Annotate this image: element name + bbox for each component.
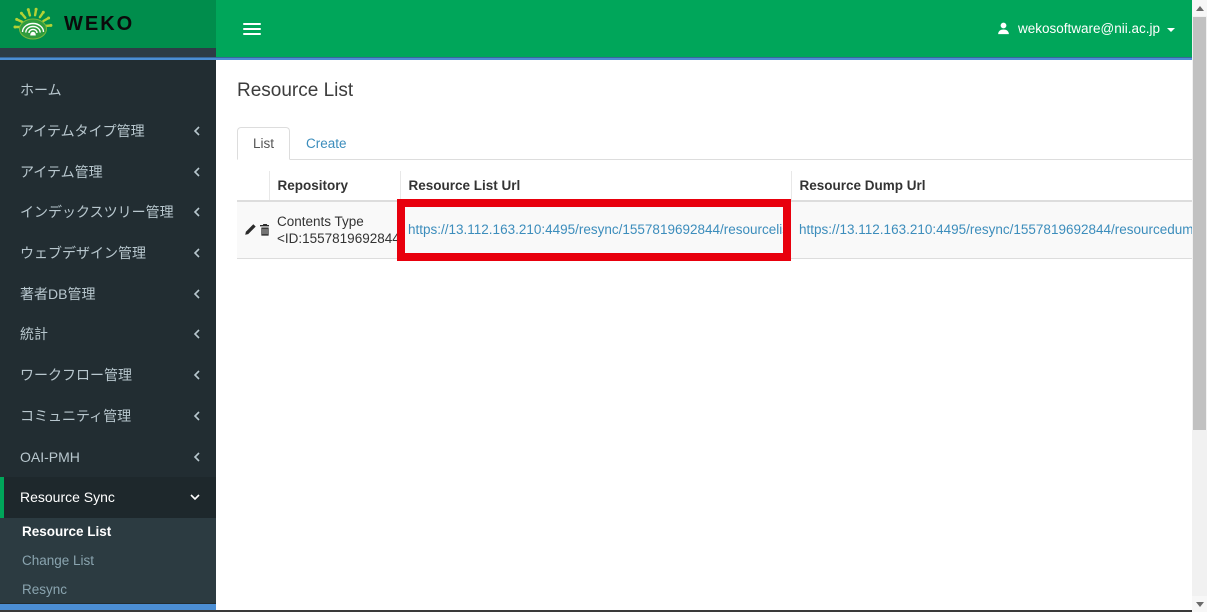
resource-list-url-link[interactable]: https://13.112.163.210:4495/resync/15578… (408, 222, 791, 237)
sidebar-item-statistics[interactable]: 統計 (0, 314, 216, 355)
delete-trash-icon[interactable] (258, 223, 269, 237)
sidebar-toggle-icon[interactable] (243, 20, 261, 38)
main-content: Resource List List Create Repository Res… (216, 60, 1207, 612)
sidebar-item-oai-pmh[interactable]: OAI-PMH (0, 436, 216, 477)
triangle-up-icon (1195, 5, 1204, 11)
resource-list-table: Repository Resource List Url Resource Du… (237, 171, 1207, 259)
page-title: Resource List (237, 80, 354, 101)
chevron-left-icon (193, 410, 201, 422)
submenu-item-resource-list[interactable]: Resource List (0, 518, 216, 547)
col-header-actions (237, 171, 269, 202)
chevron-left-icon (193, 206, 201, 218)
sidebar-item-itemtype-admin[interactable]: アイテムタイプ管理 (0, 111, 216, 152)
caret-down-icon (1167, 27, 1175, 32)
sidebar-item-home[interactable]: ホーム (0, 70, 216, 111)
weko-sun-logo-icon (13, 7, 53, 40)
sidebar-item-item-admin[interactable]: アイテム管理 (0, 151, 216, 192)
chevron-left-icon (193, 125, 201, 137)
top-navbar: wekosoftware@nii.ac.jp (216, 0, 1207, 57)
chevron-left-icon (193, 328, 201, 340)
chevron-left-icon (193, 451, 201, 463)
repository-cell: Contents Type <ID:1557819692844> (269, 201, 400, 259)
sidebar-item-resource-sync[interactable]: Resource Sync (0, 476, 216, 518)
actions-cell (237, 201, 269, 259)
submenu-item-resync[interactable]: Resync (0, 575, 216, 604)
sidebar-item-indextree-admin[interactable]: インデックスツリー管理 (0, 192, 216, 233)
tab-list[interactable]: List (237, 127, 291, 160)
sidebar-nav: ホーム アイテムタイプ管理 アイテム管理 インデックスツリー管理 ウェブデザイン… (0, 60, 216, 612)
vertical-scrollbar[interactable] (1192, 0, 1207, 612)
scroll-up-button[interactable] (1192, 0, 1207, 16)
chevron-left-icon (193, 247, 201, 259)
user-icon (998, 22, 1009, 35)
logo-container[interactable]: WEKO (0, 0, 216, 48)
user-menu[interactable]: wekosoftware@nii.ac.jp (996, 21, 1175, 36)
logo-text: WEKO (64, 12, 135, 35)
resource-list-url-cell: https://13.112.163.210:4495/resync/15578… (400, 201, 791, 259)
chevron-left-icon (193, 369, 201, 381)
tab-create[interactable]: Create (290, 127, 363, 159)
resource-dump-url-link[interactable]: https://13.112.163.210:4495/resync/15578… (799, 222, 1207, 237)
chevron-left-icon (193, 288, 201, 300)
sidebar-item-community-admin[interactable]: コミュニティ管理 (0, 396, 216, 437)
tab-bar: List Create (237, 127, 1207, 160)
chevron-down-icon (189, 492, 201, 502)
table-header-row: Repository Resource List Url Resource Du… (237, 171, 1207, 202)
sidebar-item-authordb-admin[interactable]: 著者DB管理 (0, 273, 216, 314)
triangle-down-icon (1195, 601, 1204, 607)
scrollbar-thumb[interactable] (1193, 17, 1206, 430)
resource-sync-submenu: Resource List Change List Resync (0, 517, 216, 604)
resource-dump-url-cell: https://13.112.163.210:4495/resync/15578… (791, 201, 1207, 259)
logo-sub-strip (0, 48, 216, 57)
chevron-left-icon (193, 166, 201, 178)
submenu-item-change-list[interactable]: Change List (0, 546, 216, 575)
sidebar-item-workflow-admin[interactable]: ワークフロー管理 (0, 355, 216, 396)
col-header-resource-list-url: Resource List Url (399, 171, 791, 202)
sidebar-item-webdesign-admin[interactable]: ウェブデザイン管理 (0, 233, 216, 274)
scroll-down-button[interactable] (1192, 596, 1207, 612)
col-header-resource-dump-url: Resource Dump Url (790, 171, 1207, 202)
user-email: wekosoftware@nii.ac.jp (1017, 21, 1160, 36)
table-row: Contents Type <ID:1557819692844> https:/… (237, 201, 1207, 259)
edit-pencil-icon[interactable] (243, 223, 257, 237)
col-header-repository: Repository (268, 171, 400, 202)
